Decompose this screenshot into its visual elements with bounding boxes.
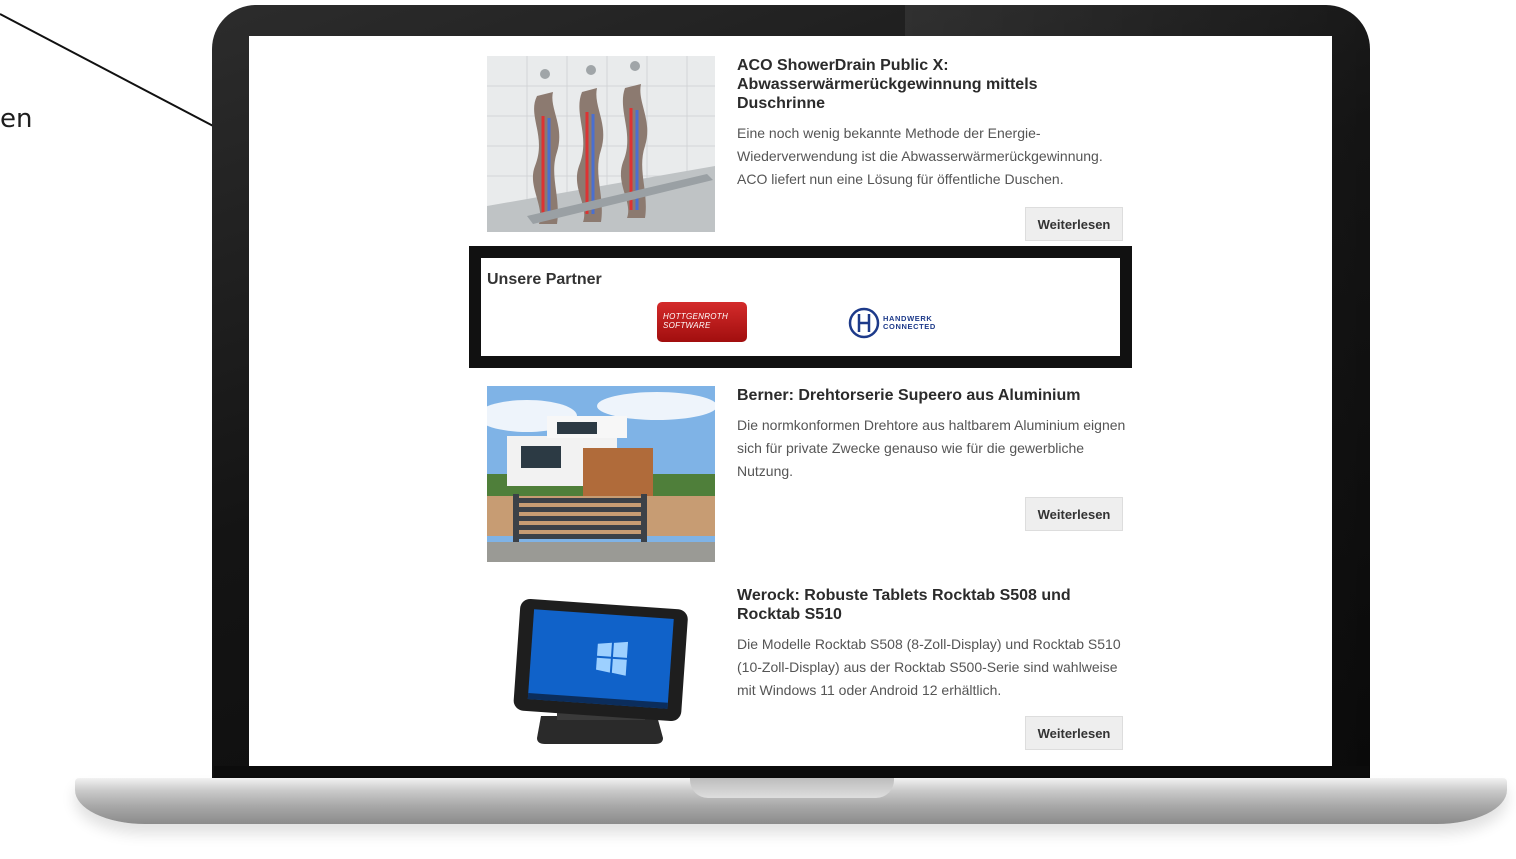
partner-section: Unsere Partner Hottgenroth Software HAND… xyxy=(469,246,1132,368)
handwerk-logo-text: HANDWERK CONNECTED xyxy=(883,315,936,331)
read-more-button[interactable]: Weiterlesen xyxy=(1025,716,1123,750)
article-image-tablet[interactable] xyxy=(487,586,715,762)
article-title[interactable]: Werock: Robuste Tablets Rocktab S508 und… xyxy=(737,586,1129,624)
article-title[interactable]: Berner: Drehtorserie Supeero aus Alumini… xyxy=(737,386,1129,405)
hottgenroth-logo[interactable]: Hottgenroth Software xyxy=(657,302,747,342)
article-image-shower-drain[interactable] xyxy=(487,56,715,232)
article-image-gate[interactable] xyxy=(487,386,715,562)
article-description: Eine noch wenig bekannte Methode der Ene… xyxy=(737,125,1103,187)
article-body: Berner: Drehtorserie Supeero aus Alumini… xyxy=(737,386,1129,483)
laptop-opening-notch xyxy=(690,778,894,798)
hottgenroth-logo-line1: Hottgenroth xyxy=(663,312,729,321)
article-description: Die Modelle Rocktab S508 (8-Zoll-Display… xyxy=(737,636,1121,698)
article-description: Die normkonformen Drehtore aus haltbarem… xyxy=(737,417,1126,479)
handwerk-logo-line2: CONNECTED xyxy=(883,322,936,331)
laptop-screen: ACO ShowerDrain Public X: Abwasserwärmer… xyxy=(249,36,1332,766)
handwerk-h-icon xyxy=(848,307,880,339)
article-body: ACO ShowerDrain Public X: Abwasserwärmer… xyxy=(737,56,1129,191)
read-more-button[interactable]: Weiterlesen xyxy=(1025,497,1123,531)
article-body: Werock: Robuste Tablets Rocktab S508 und… xyxy=(737,586,1129,702)
hottgenroth-logo-line2: Software xyxy=(663,321,711,330)
article-title[interactable]: ACO ShowerDrain Public X: Abwasserwärmer… xyxy=(737,56,1129,113)
partner-heading: Unsere Partner xyxy=(487,271,602,288)
read-more-button[interactable]: Weiterlesen xyxy=(1025,207,1123,241)
handwerk-connected-logo[interactable]: HANDWERK CONNECTED xyxy=(847,306,957,340)
laptop-hinge xyxy=(214,766,1369,778)
